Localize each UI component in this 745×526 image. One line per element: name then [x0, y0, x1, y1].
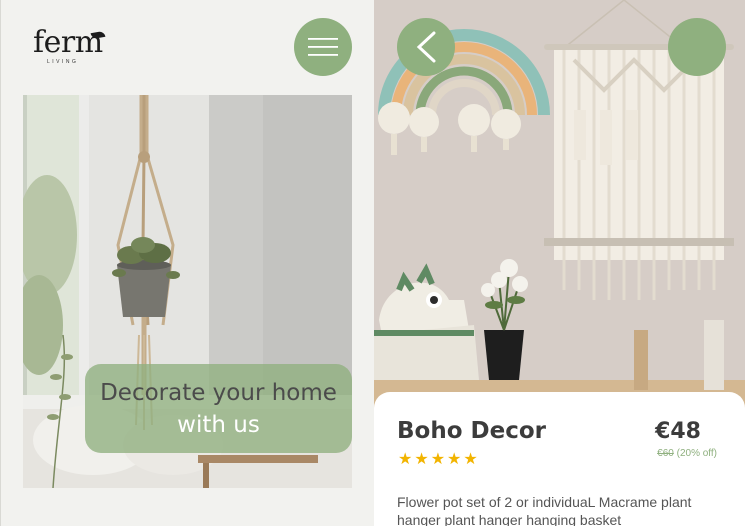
cta-line-1: Decorate your home [100, 379, 337, 406]
product-details-card: Boho Decor ★ ★ ★ ★ ★ €48 €60 (20% off) F… [374, 392, 745, 526]
chevron-left-icon [416, 31, 436, 63]
discount-info: €60 (20% off) [657, 448, 717, 459]
star-icon: ★ [398, 451, 413, 468]
logo-subtitle: LIVING [47, 59, 79, 65]
hamburger-menu-icon [308, 38, 338, 56]
brand-logo[interactable]: ferm LIVING [33, 28, 113, 68]
hero-cta-banner[interactable]: Decorate your home with us [85, 364, 352, 453]
rating-stars: ★ ★ ★ ★ ★ [398, 452, 478, 468]
product-title: Boho Decor [397, 418, 546, 444]
cta-line-2: with us [177, 411, 260, 438]
back-button[interactable] [397, 18, 455, 76]
product-description: Flower pot set of 2 or individuaL Macram… [397, 494, 692, 526]
discount-label: (20% off) [676, 448, 717, 459]
menu-button[interactable] [294, 18, 352, 76]
star-icon: ★ [430, 451, 446, 468]
product-screen: Boho Decor ★ ★ ★ ★ ★ €48 €60 (20% off) F… [374, 0, 745, 526]
star-icon: ★ [463, 451, 478, 468]
star-icon: ★ [447, 451, 462, 468]
original-price: €60 [657, 448, 674, 459]
product-price: €48 [655, 419, 701, 444]
star-icon: ★ [414, 451, 429, 468]
home-screen: ferm LIVING Decorate your home with us [0, 0, 374, 526]
favorite-button[interactable] [668, 18, 726, 76]
